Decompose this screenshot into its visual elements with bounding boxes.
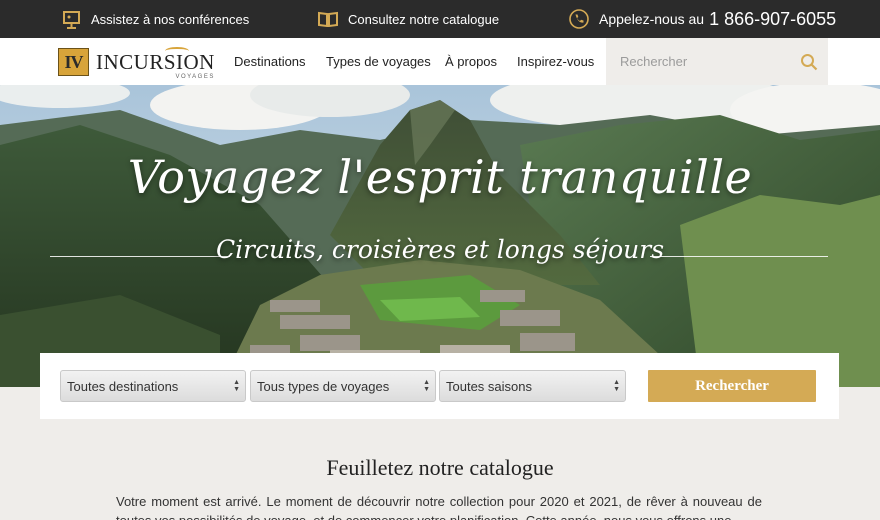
search-box [606, 38, 828, 85]
presentation-icon [63, 10, 80, 29]
select-arrows-icon: ▲ ▼ [233, 379, 240, 393]
phone-icon [569, 9, 589, 29]
conferences-link[interactable]: Assistez à nos conférences [62, 0, 249, 38]
destination-select-value: Toutes destinations [67, 378, 179, 394]
season-select[interactable]: Toutes saisons ▲ ▼ [439, 370, 626, 402]
destination-select[interactable]: Toutes destinations ▲ ▼ [60, 370, 246, 402]
phone-number: 1 866-907-6055 [709, 8, 837, 29]
hero-subtitle: Circuits, croisières et longs séjours [215, 235, 665, 264]
season-select-value: Toutes saisons [446, 378, 532, 394]
top-bar: Assistez à nos conférences Consultez not… [0, 0, 880, 38]
trip-type-select[interactable]: Tous types de voyages ▲ ▼ [250, 370, 436, 402]
conferences-label: Assistez à nos conférences [91, 11, 250, 27]
trip-search-form: Toutes destinations ▲ ▼ Tous types de voy… [40, 353, 839, 419]
select-arrows-icon: ▲ ▼ [423, 379, 430, 393]
logo-subtitle: VOYAGES [175, 74, 215, 80]
search-submit-button[interactable]: Rechercher [648, 370, 816, 402]
hero-banner: Voyagez l'esprit tranquille Circuits, cr… [0, 85, 880, 387]
nav-a-propos[interactable]: À propos [445, 38, 497, 85]
logo-mark: IV [58, 48, 89, 76]
catalogue-intro-text: Votre moment est arrivé. Le moment de dé… [116, 494, 762, 520]
logo-swoosh [164, 47, 189, 55]
trip-type-select-value: Tous types de voyages [257, 378, 390, 394]
hero-title: Voyagez l'esprit tranquille [127, 150, 753, 204]
catalogue-heading: Feuilletez notre catalogue [326, 455, 554, 480]
catalogue-label: Consultez notre catalogue [348, 11, 500, 27]
phone-link[interactable]: Appelez-nous au 1 866-907-6055 [569, 0, 836, 38]
logo-wordmark: INCURSION [96, 50, 215, 74]
catalogue-link[interactable]: Consultez notre catalogue [318, 0, 499, 38]
search-input[interactable] [606, 38, 786, 85]
nav-destinations[interactable]: Destinations [234, 38, 306, 85]
nav-types-de-voyages[interactable]: Types de voyages [326, 38, 431, 85]
nav-inspirez-vous[interactable]: Inspirez-vous [517, 38, 594, 85]
logo[interactable]: IV INCURSION VOYAGES [58, 45, 215, 80]
select-arrows-icon: ▲ ▼ [613, 379, 620, 393]
main-nav: IV INCURSION VOYAGES Destinations Types … [0, 38, 880, 85]
phone-prefix: Appelez-nous au [599, 11, 705, 27]
hero-divider-right [650, 256, 828, 257]
search-icon[interactable] [800, 53, 818, 71]
book-icon [318, 11, 338, 27]
